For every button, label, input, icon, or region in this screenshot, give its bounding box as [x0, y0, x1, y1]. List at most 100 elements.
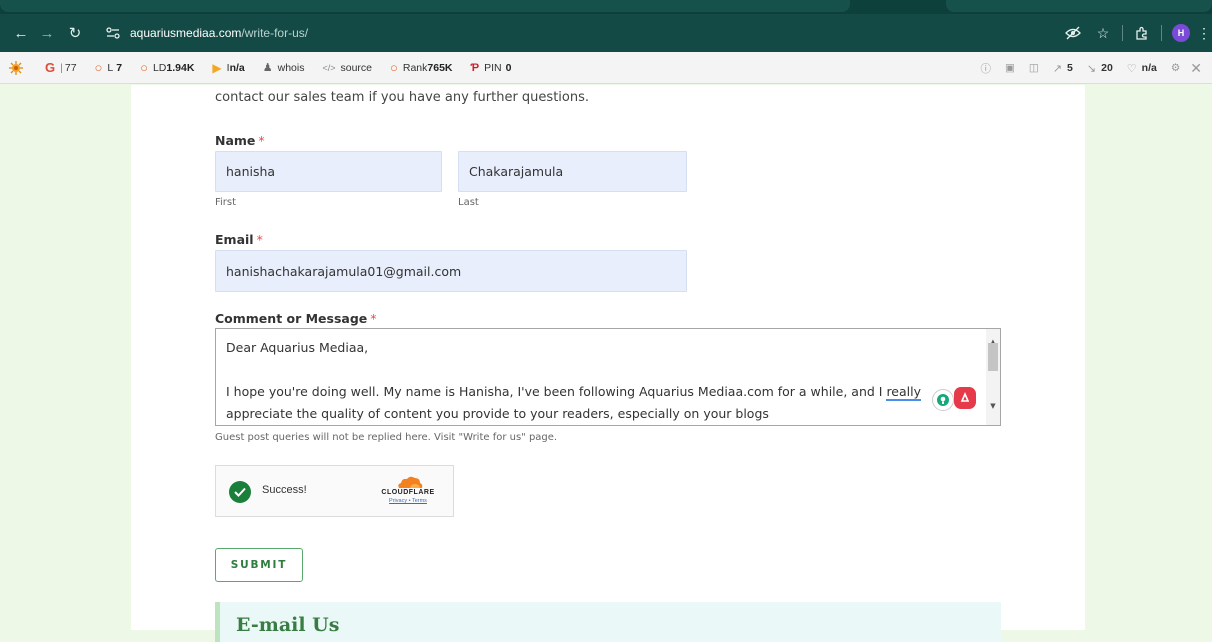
settings-icon[interactable]: ⚙: [1171, 62, 1180, 74]
message-line: Dear Aquarius Mediaa,: [226, 340, 369, 355]
message-line: I hope you're doing well. My name is Han…: [226, 381, 988, 403]
message-textarea[interactable]: Dear Aquarius Mediaa, I hope you're doin…: [215, 328, 1001, 426]
back-icon[interactable]: ←: [8, 14, 34, 52]
toolbar-actions: ☆ H ⋮: [1058, 14, 1212, 52]
browser-toolbar: ← → ↻ aquariusmediaa.com/write-for-us/ ☆…: [0, 14, 1212, 52]
lightbulb-icon[interactable]: [932, 389, 954, 411]
email-us-heading: E-mail Us: [236, 614, 340, 636]
submit-button[interactable]: SUBMIT: [215, 548, 303, 582]
seo-rank-value: 765K: [427, 61, 453, 74]
url-host: aquariusmediaa.com: [130, 26, 242, 40]
first-name-input[interactable]: hanisha: [215, 151, 442, 192]
seo-external-links[interactable]: ↗ 5: [1053, 62, 1073, 75]
circle-icon: ○: [94, 60, 103, 75]
email-field[interactable]: hanishachakarajamula01@gmail.com: [215, 250, 687, 292]
reload-icon[interactable]: ↻: [62, 14, 88, 52]
external-link-icon: ↗: [1052, 62, 1063, 75]
seo-source[interactable]: </> source: [322, 62, 372, 74]
message-text: I hope you're doing well. My name is Han…: [226, 384, 887, 399]
avatar: H: [1172, 24, 1190, 42]
circle-icon: ○: [140, 60, 148, 75]
name-label: Name *: [215, 133, 265, 148]
eye-off-icon[interactable]: [1058, 14, 1088, 52]
required-mark: *: [370, 311, 377, 326]
grammar-checker-icon[interactable]: [954, 387, 976, 409]
seo-rank-prefix: Rank: [402, 61, 428, 74]
email-us-section: E-mail Us: [215, 602, 1001, 642]
seo-pinterest[interactable]: Ƥ PIN 0: [471, 62, 512, 74]
close-icon[interactable]: ✕: [1190, 60, 1202, 77]
forward-icon[interactable]: →: [34, 14, 60, 52]
seo-ld-value: 1.94K: [166, 61, 195, 74]
google-icon: G: [45, 60, 56, 75]
message-label: Comment or Message *: [215, 311, 377, 326]
cloudflare-logo: CLOUDFLARE Privacy • Terms: [377, 475, 439, 511]
address-bar[interactable]: aquariusmediaa.com/write-for-us/: [96, 20, 1050, 46]
seo-rank[interactable]: ○ Rank 765K: [390, 60, 452, 75]
seo-pin-value: 0: [505, 61, 512, 74]
bookmark-star-icon[interactable]: ☆: [1088, 14, 1118, 52]
seo-bing-index[interactable]: ▶ In/a: [212, 61, 244, 75]
code-icon: </>: [322, 62, 336, 73]
info-icon[interactable]: ⓘ: [980, 61, 991, 76]
seo-links-prefix: L: [107, 61, 114, 74]
message-line: appreciate the quality of content you pr…: [226, 406, 769, 421]
pipe-text: |: [60, 61, 63, 74]
seo-heart[interactable]: ♡ n/a: [1127, 62, 1157, 75]
cloud-icon: [398, 476, 423, 488]
spellcheck-word[interactable]: really: [886, 384, 921, 401]
scroll-down-icon[interactable]: ▼: [986, 395, 1000, 417]
privacy-terms-links[interactable]: Privacy • Terms: [377, 498, 439, 504]
scroll-thumb[interactable]: [988, 343, 998, 371]
seo-google-index[interactable]: G | 77: [45, 60, 77, 75]
tab-strip: [0, 0, 1212, 14]
seo-heart-value: n/a: [1141, 62, 1157, 74]
menu-kebab-icon[interactable]: ⋮: [1196, 14, 1212, 52]
extensions-icon[interactable]: [1127, 14, 1157, 52]
browser-tab[interactable]: [0, 0, 850, 12]
seo-google-value: 77: [64, 61, 77, 74]
url-path: /write-for-us/: [241, 26, 309, 40]
internal-link-icon: ↘: [1086, 62, 1097, 75]
profile-button[interactable]: H: [1166, 14, 1196, 52]
message-label-text: Comment or Message: [215, 311, 368, 326]
seo-internal-links[interactable]: ↘ 20: [1087, 62, 1113, 75]
seo-linking-domains[interactable]: ○ LD 1.94K: [140, 60, 194, 75]
seo-right-cluster: ⓘ ▣ ◫ ↗ 5 ↘ 20 ♡ n/a ⚙ ✕: [980, 52, 1202, 84]
seo-pin-prefix: PIN: [484, 61, 502, 74]
last-name-input[interactable]: Chakarajamula: [458, 151, 687, 192]
email-label: Email *: [215, 232, 263, 247]
pin-icon: Ƥ: [470, 61, 480, 74]
url-text[interactable]: aquariusmediaa.com/write-for-us/: [130, 26, 308, 40]
bug-icon[interactable]: [9, 60, 23, 75]
seo-ld-prefix: LD: [152, 61, 167, 74]
intro-text: contact our sales team if you have any f…: [215, 90, 590, 105]
seo-links[interactable]: ○ L7: [95, 60, 123, 75]
seo-i-value: n/a: [229, 61, 245, 74]
divider: [1161, 25, 1162, 41]
email-label-text: Email: [215, 232, 254, 247]
chat-icon[interactable]: ▣: [1005, 62, 1015, 74]
person-icon: ♟: [262, 62, 273, 74]
last-sublabel: Last: [458, 197, 479, 208]
seo-external-value: 5: [1067, 62, 1073, 74]
play-icon: ▶: [212, 60, 222, 75]
seo-source-label: source: [340, 61, 373, 74]
seo-whois-label: whois: [277, 61, 305, 74]
browser-tab[interactable]: [946, 0, 1212, 12]
textarea-scrollbar[interactable]: ▲ ▼: [986, 329, 1000, 425]
site-info-icon[interactable]: [102, 25, 124, 41]
first-sublabel: First: [215, 197, 237, 208]
heart-icon: ♡: [1126, 62, 1137, 75]
seo-internal-value: 20: [1101, 62, 1113, 74]
seo-whois[interactable]: ♟ whois: [262, 61, 305, 75]
required-mark: *: [256, 232, 263, 247]
cloudflare-captcha[interactable]: Success! CLOUDFLARE Privacy • Terms: [215, 465, 454, 517]
circle-icon: ○: [390, 60, 398, 75]
cloudflare-wordmark: CLOUDFLARE: [381, 489, 435, 496]
seo-toolbar: G | 77 ○ L7 ○ LD 1.94K ▶ In/a ♟ whois </> …: [0, 52, 1212, 84]
bookmark-icon[interactable]: ◫: [1029, 62, 1039, 74]
name-label-text: Name: [215, 133, 256, 148]
required-mark: *: [258, 133, 265, 148]
